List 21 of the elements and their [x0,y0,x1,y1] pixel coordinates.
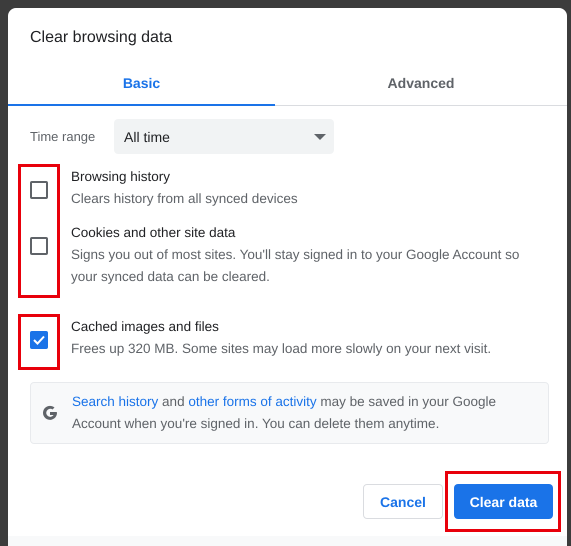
option-title: Browsing history [71,168,172,186]
option-title: Cached images and files [71,318,220,336]
clear-data-button[interactable]: Clear data [454,484,553,519]
tab[interactable]: Basic [8,63,275,106]
checkbox[interactable] [30,237,48,255]
info-text: Search history and other forms of activity may be saved in your Google Account when you're signed in. You can delete them anytime. [72,393,497,433]
checkbox[interactable] [30,181,48,199]
time-range-label: Time range [30,129,96,144]
option-title: Cookies and other site data [71,224,236,242]
time-range-dropdown[interactable]: All time [114,119,334,154]
option-description: Signs you out of most sites. You'll stay signed in to your Google Account so your synced data can be cleared. [71,246,520,286]
checkbox[interactable] [30,331,48,349]
tab[interactable]: Advanced [275,63,567,106]
cancel-button[interactable]: Cancel [363,484,443,519]
google-icon [41,404,59,422]
search-history-link[interactable]: Search history [72,394,158,409]
activity-link[interactable]: other forms of activity [188,394,317,409]
dialog-title: Clear browsing data [29,28,174,48]
option-description: Frees up 320 MB. Some sites may load more slowly on your next visit. [71,340,492,358]
option-description: Clears history from all synced devices [71,190,298,208]
caret-icon [314,134,326,140]
